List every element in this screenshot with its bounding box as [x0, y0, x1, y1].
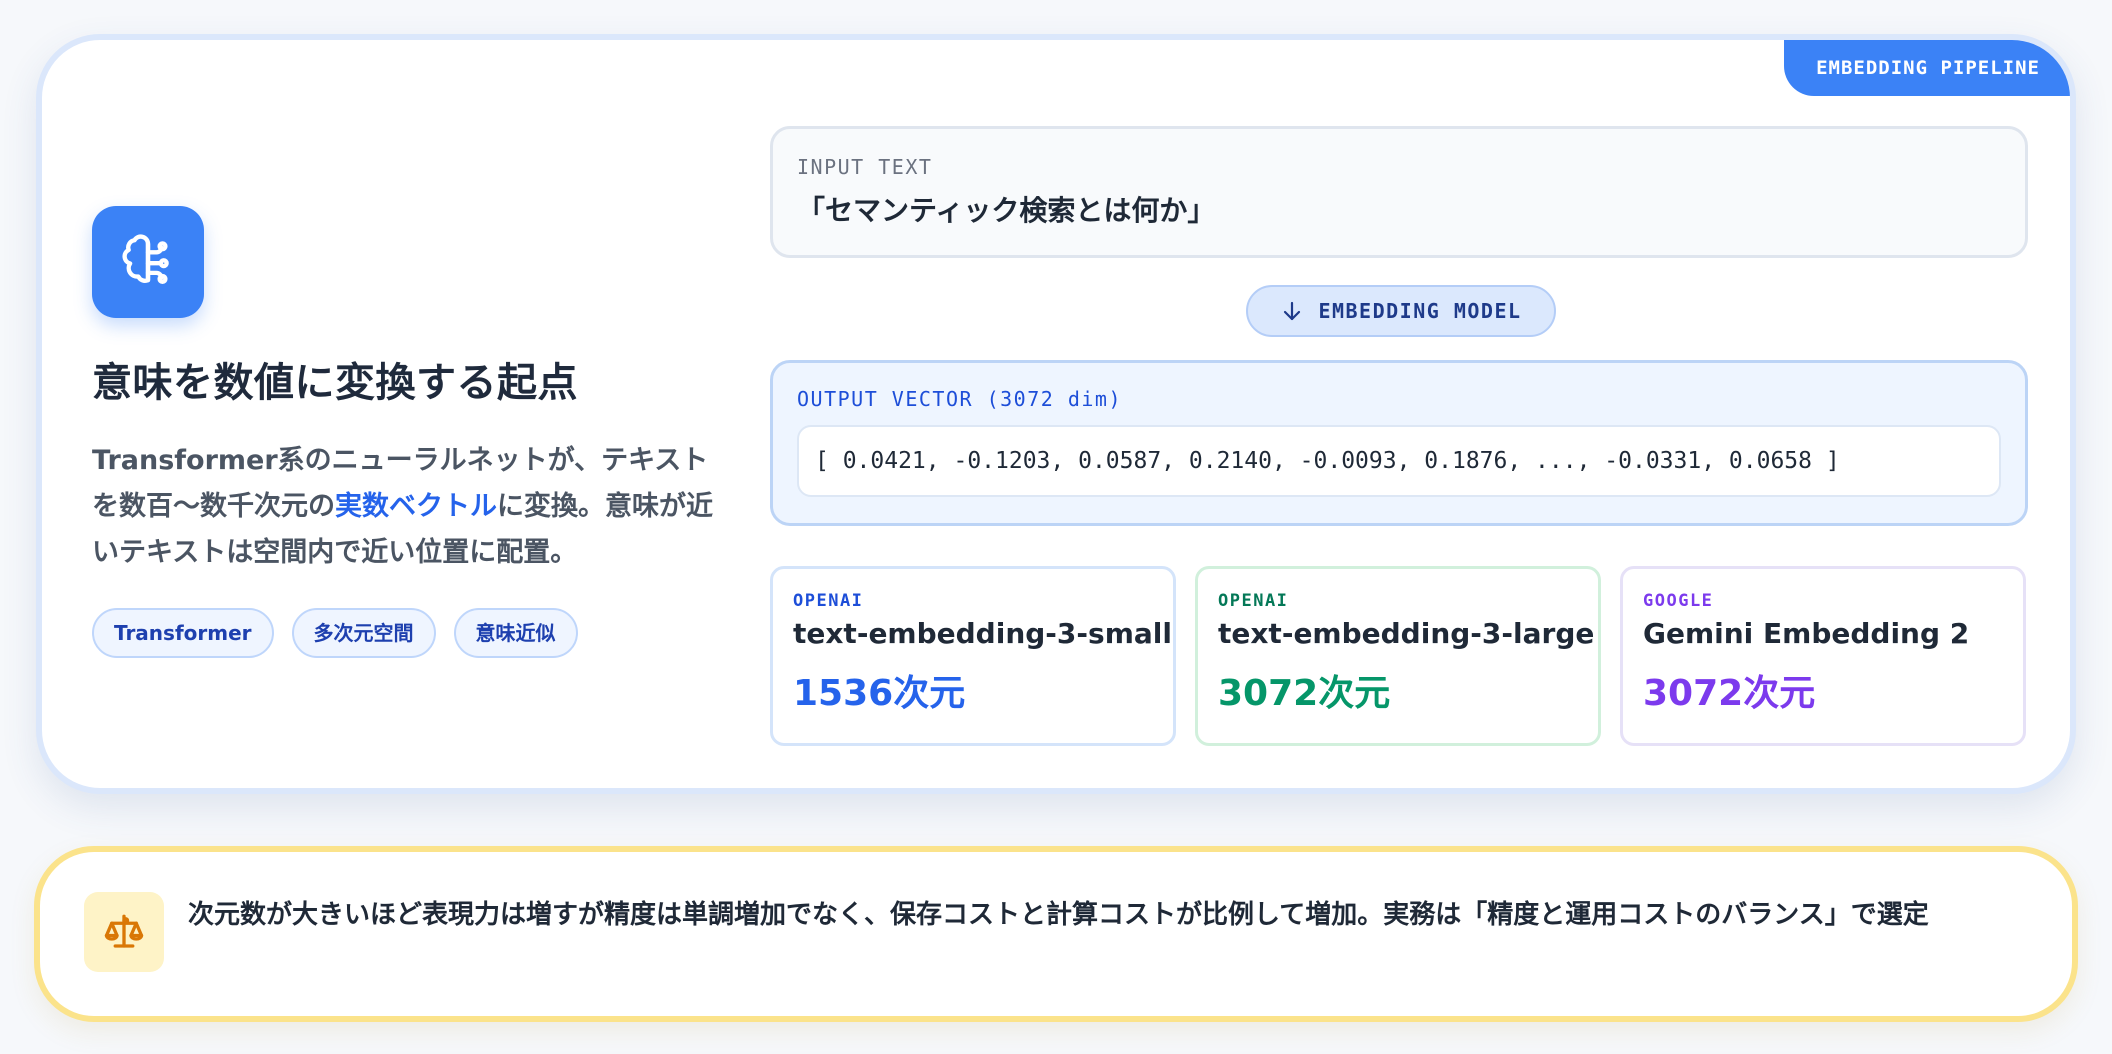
- input-text-box: INPUT TEXT 「セマンティック検索とは何か」: [770, 126, 2028, 258]
- note-card: 次元数が大きいほど表現力は増すが精度は単調増加でなく、保存コストと計算コストが比…: [34, 846, 2078, 1022]
- scale-icon: [84, 892, 164, 972]
- model-dimensions: 1536次元: [793, 673, 966, 714]
- arrow-down-icon: [1284, 301, 1301, 321]
- pipeline-badge: EMBEDDING PIPELINE: [1784, 40, 2070, 96]
- input-value: 「セマンティック検索とは何か」: [797, 194, 1216, 227]
- model-card-google-gemini: GOOGLE Gemini Embedding 2 3072次元: [1620, 566, 2026, 746]
- brain-icon: [92, 206, 204, 318]
- tag-transformer: Transformer: [92, 608, 274, 658]
- tag-list: Transformer 多次元空間 意味近似: [92, 608, 578, 658]
- provider-label: OPENAI: [1218, 591, 1289, 611]
- input-label: INPUT TEXT: [797, 155, 933, 179]
- provider-label: GOOGLE: [1643, 591, 1714, 611]
- model-dimensions: 3072次元: [1218, 673, 1391, 714]
- output-vector-box: OUTPUT VECTOR (3072 dim) [ 0.0421, -0.12…: [770, 360, 2028, 526]
- pipeline-card: EMBEDDING PIPELINE 意味を数値に変換する起点 Transfor…: [36, 34, 2076, 794]
- provider-label: OPENAI: [793, 591, 864, 611]
- embedding-model-label: EMBEDDING MODEL: [1318, 299, 1522, 323]
- description-highlight: 実数ベクトル: [335, 491, 497, 522]
- model-name: text-embedding-3-small: [793, 617, 1172, 650]
- description: Transformer系のニューラルネットが、テキストを数百〜数千次元の実数ベク…: [92, 438, 722, 576]
- model-dimensions: 3072次元: [1643, 673, 1816, 714]
- tag-multidimensional: 多次元空間: [291, 608, 436, 658]
- model-name: Gemini Embedding 2: [1643, 617, 1970, 650]
- model-name: text-embedding-3-large: [1218, 617, 1595, 650]
- vector-values: [ 0.0421, -0.1203, 0.0587, 0.2140, -0.00…: [797, 425, 2001, 497]
- output-label: OUTPUT VECTOR (3072 dim): [797, 387, 1122, 411]
- headline: 意味を数値に変換する起点: [92, 360, 578, 406]
- model-card-openai-large: OPENAI text-embedding-3-large 3072次元: [1195, 566, 1601, 746]
- tag-semantic-similarity: 意味近似: [453, 608, 578, 658]
- model-card-openai-small: OPENAI text-embedding-3-small 1536次元: [770, 566, 1176, 746]
- embedding-model-step: EMBEDDING MODEL: [1246, 285, 1556, 337]
- note-text: 次元数が大きいほど表現力は増すが精度は単調増加でなく、保存コストと計算コストが比…: [188, 900, 1929, 930]
